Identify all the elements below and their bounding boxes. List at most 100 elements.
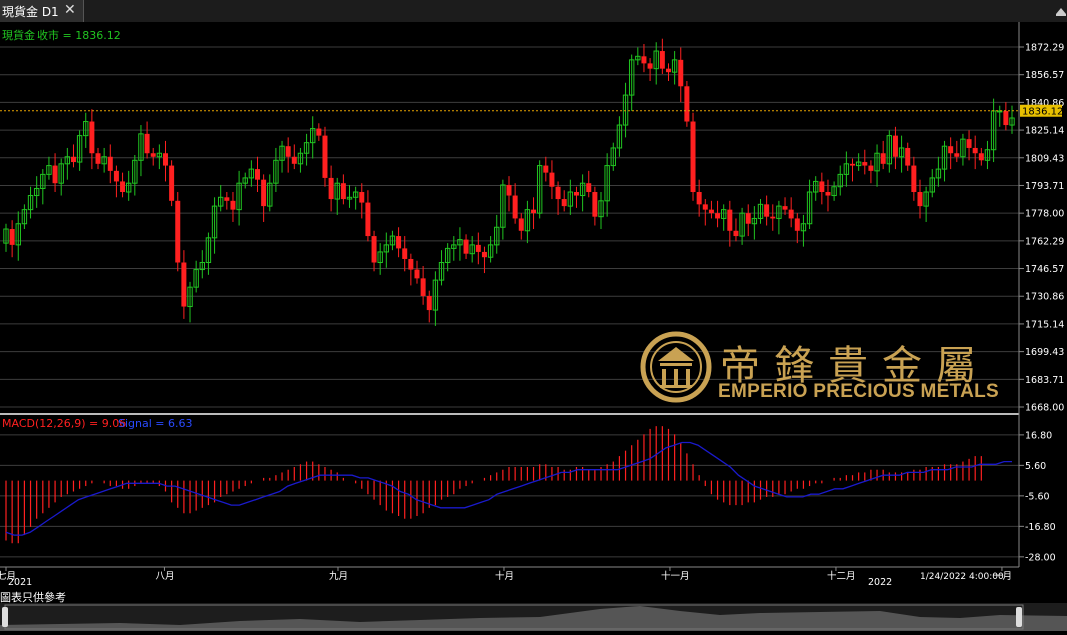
- macd-tick-label: -16.80: [1025, 522, 1056, 533]
- time-tick-label: 九月: [329, 570, 348, 582]
- candle-body: [825, 192, 831, 196]
- macd-tick-label: -28.00: [1025, 552, 1056, 563]
- price-tick-label: 1825.14: [1025, 126, 1064, 137]
- candle-body: [696, 192, 702, 205]
- candle-body: [868, 165, 874, 171]
- candle-body: [905, 147, 911, 166]
- navigator-left-handle[interactable]: [2, 607, 8, 627]
- chart-area[interactable]: 1872.291856.571840.861825.141809.431793.…: [0, 22, 1067, 603]
- price-tick-label: 1746.57: [1025, 264, 1064, 275]
- time-tick-label: 十月: [495, 570, 514, 582]
- candle-body: [684, 86, 690, 122]
- candle-body: [573, 192, 579, 196]
- candle-body: [408, 258, 414, 270]
- candle-body: [549, 172, 555, 187]
- candle-body: [880, 153, 886, 164]
- candle-body: [340, 183, 346, 200]
- price-label-symbol: 現貨金: [2, 28, 35, 42]
- candle-body: [359, 192, 365, 203]
- brand-logo: 帝鋒貴金屬 EMPERIO PRECIOUS METALS: [640, 331, 1010, 406]
- candle-body: [954, 153, 960, 157]
- candle-body: [426, 295, 432, 311]
- candle-body: [665, 68, 671, 73]
- candle-body: [224, 197, 230, 201]
- macd-tick-label: 16.80: [1025, 430, 1052, 441]
- candle-body: [727, 209, 733, 231]
- candle-body: [917, 192, 923, 207]
- candle-body: [181, 262, 187, 307]
- candle-body: [770, 216, 776, 219]
- candle-body: [715, 213, 721, 219]
- candle-body: [586, 183, 592, 193]
- candle-body: [506, 184, 512, 196]
- price-tick-label: 1809.43: [1025, 153, 1064, 164]
- candle-body: [794, 218, 800, 231]
- candle-body: [285, 146, 291, 157]
- candle-body: [555, 186, 561, 200]
- time-tick-label: 十二月: [827, 570, 856, 582]
- candle-body: [531, 209, 537, 214]
- candle-body: [518, 218, 524, 231]
- candle-body: [463, 239, 469, 254]
- chart-tab[interactable]: 現貨金 D1 ✕: [0, 0, 84, 22]
- candle-body: [647, 63, 653, 69]
- navigator-right-handle[interactable]: [1016, 607, 1022, 627]
- candle-body: [70, 156, 76, 163]
- candle-body: [1003, 110, 1009, 126]
- candle-body: [911, 165, 917, 193]
- candle-body: [764, 204, 770, 217]
- candle-body: [9, 229, 15, 245]
- candle-body: [52, 165, 58, 184]
- candle-body: [733, 230, 739, 237]
- candle-body: [175, 200, 181, 263]
- candle-body: [107, 156, 113, 171]
- price-label-value: 收市 = 1836.12: [37, 28, 121, 42]
- candle-body: [819, 181, 825, 193]
- scroll-up-icon[interactable]: [1056, 6, 1066, 16]
- candle-body: [948, 146, 954, 154]
- emblem-icon: [640, 331, 712, 403]
- current-price-tag: 1836.12: [1022, 107, 1063, 118]
- year-label: 2021: [8, 577, 32, 588]
- candle-body: [316, 128, 322, 136]
- candle-body: [978, 153, 984, 161]
- candle-body: [745, 213, 751, 224]
- chart-tab-title: 現貨金 D1: [2, 5, 59, 19]
- close-icon[interactable]: ✕: [64, 2, 76, 18]
- candle-body: [850, 163, 856, 166]
- candle-body: [120, 181, 126, 193]
- candle-body: [328, 177, 334, 200]
- time-tick-label: 十一月: [661, 570, 690, 582]
- candle-body: [255, 169, 260, 180]
- logo-english-text: EMPERIO PRECIOUS METALS: [718, 381, 1000, 402]
- candle-body: [230, 200, 236, 210]
- time-tick-label: 八月: [155, 571, 174, 582]
- candle-body: [678, 59, 684, 87]
- candle-body: [782, 206, 788, 210]
- candle-body: [113, 170, 119, 182]
- price-tick-label: 1730.86: [1025, 292, 1064, 303]
- candle-body: [592, 192, 598, 217]
- candle-body: [396, 236, 402, 249]
- navigator-bar[interactable]: [0, 603, 1067, 631]
- price-tick-label: 1715.14: [1025, 319, 1064, 330]
- macd-signal-label: Signal = 6.63: [118, 417, 193, 430]
- candle-body: [402, 248, 408, 259]
- candle-body: [659, 51, 665, 69]
- candle-body: [641, 56, 647, 64]
- candle-body: [322, 135, 328, 178]
- candle-body: [291, 156, 297, 164]
- candle-body: [162, 153, 168, 166]
- candle-body: [481, 251, 487, 258]
- macd-tick-label: -5.60: [1025, 491, 1050, 502]
- candle-body: [420, 278, 426, 296]
- candle-body: [169, 165, 175, 201]
- candle-body: [150, 153, 156, 157]
- macd-tick-label: 5.60: [1025, 461, 1046, 472]
- candle-body: [95, 153, 101, 164]
- timestamp-label: 1/24/2022 4:00:00: [920, 572, 1004, 582]
- price-tick-label: 1762.29: [1025, 236, 1064, 247]
- candle-body: [561, 199, 567, 207]
- candle-body: [512, 195, 518, 219]
- candle-body: [543, 165, 549, 173]
